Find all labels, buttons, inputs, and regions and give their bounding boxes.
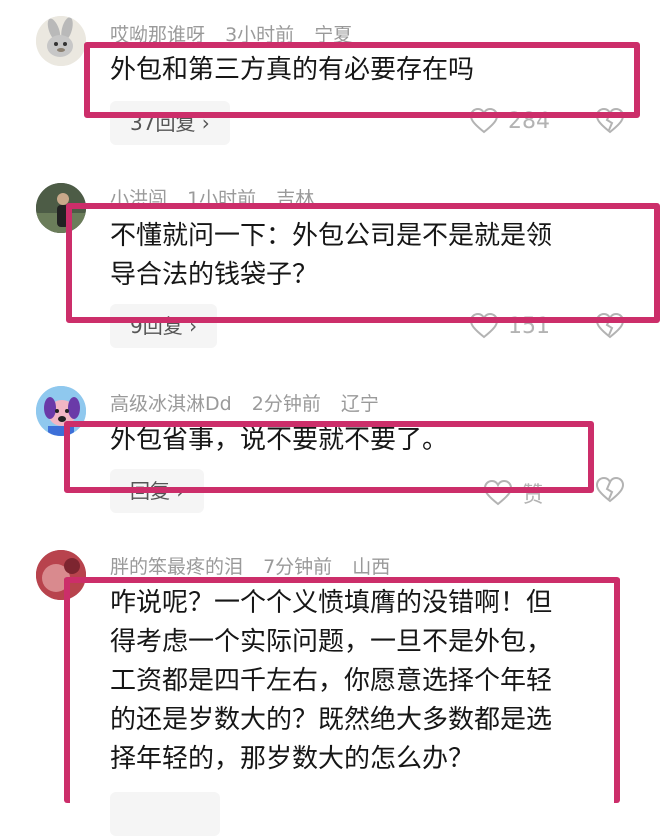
rabbit-avatar-icon	[36, 16, 86, 66]
highlight-frame	[84, 42, 640, 118]
timestamp: 2分钟前	[251, 393, 321, 415]
highlight-frame	[64, 577, 620, 803]
comment-meta: 胖的笨最疼的泪 7分钟前 山西	[110, 552, 404, 579]
username[interactable]: 高级冰淇淋Dd	[110, 393, 232, 415]
location: 辽宁	[340, 393, 379, 415]
comment-meta: 高级冰淇淋Dd 2分钟前 辽宁	[110, 389, 393, 416]
avatar[interactable]	[36, 16, 86, 66]
highlight-frame	[66, 203, 660, 323]
username[interactable]: 胖的笨最疼的泪	[110, 556, 243, 578]
dislike-button[interactable]	[595, 476, 625, 507]
location: 山西	[352, 556, 391, 578]
highlight-frame	[64, 421, 594, 493]
broken-heart-icon	[595, 476, 625, 503]
timestamp: 7分钟前	[263, 556, 333, 578]
